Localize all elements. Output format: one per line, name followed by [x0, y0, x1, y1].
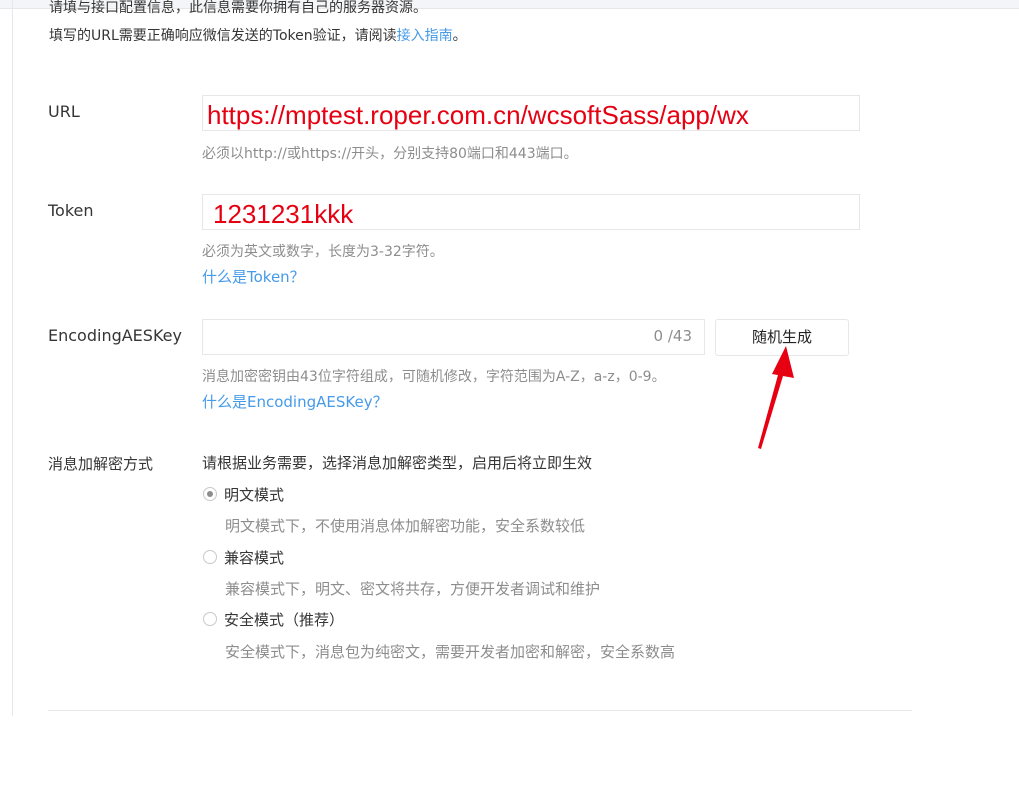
aes-key-input[interactable]: 0 /43	[202, 319, 705, 355]
token-input-value: 1231231kkk	[213, 199, 354, 229]
what-is-token-link[interactable]: 什么是Token？	[202, 266, 305, 287]
radio-compatible-label: 兼容模式	[224, 548, 285, 567]
radio-compatible-desc: 兼容模式下，明文、密文将共存，方便开发者调试和维护	[225, 580, 601, 598]
intro-line-2-suffix: 。	[452, 28, 467, 44]
annotation-arrow-icon	[758, 346, 794, 449]
what-is-aes-key-link[interactable]: 什么是EncodingAESKey？	[202, 391, 388, 412]
radio-secure-desc: 安全模式下，消息包为纯密文，需要开发者加密和解密，安全系数高	[225, 643, 676, 661]
panel-left-border	[12, 0, 13, 716]
intro-line-1: 请填与接口配置信息，此信息需要你拥有自己的服务器资源。	[49, 0, 427, 16]
encryption-mode-label: 消息加解密方式	[48, 455, 154, 473]
radio-plaintext-mode[interactable]: 明文模式	[203, 484, 284, 504]
encryption-mode-description: 请根据业务需要，选择消息加解密类型，启用后将立即生效	[202, 454, 593, 472]
bottom-divider	[48, 710, 912, 711]
url-input[interactable]: https://mptest.roper.com.cn/wcsoftSass/a…	[202, 95, 860, 131]
radio-compatible-mode[interactable]: 兼容模式	[203, 547, 284, 567]
intro-line-2: 填写的URL需要正确响应微信发送的Token验证，请阅读接入指南。	[49, 25, 467, 45]
aes-key-counter: 0 /43	[653, 327, 692, 345]
radio-unchecked-icon[interactable]	[203, 550, 217, 564]
url-label: URL	[48, 102, 80, 121]
token-label: Token	[48, 201, 94, 220]
intro-line-2-text: 填写的URL需要正确响应微信发送的Token验证，请阅读	[49, 28, 397, 44]
token-hint: 必须为英文或数字，长度为3-32字符。	[202, 244, 444, 260]
config-panel: 请填与接口配置信息，此信息需要你拥有自己的服务器资源。 填写的URL需要正确响应…	[0, 0, 1019, 785]
token-input[interactable]: 1231231kkk	[202, 194, 860, 230]
url-input-value: https://mptest.roper.com.cn/wcsoftSass/a…	[207, 100, 749, 130]
radio-secure-label: 安全模式（推荐）	[224, 610, 345, 629]
aes-key-hint: 消息加密密钥由43位字符组成，可随机修改，字符范围为A-Z，a-z，0-9。	[202, 369, 666, 385]
radio-plaintext-desc: 明文模式下，不使用消息体加解密功能，安全系数较低	[225, 517, 586, 535]
radio-secure-mode[interactable]: 安全模式（推荐）	[203, 609, 344, 629]
access-guide-link[interactable]: 接入指南	[397, 28, 453, 44]
radio-unchecked-icon[interactable]	[203, 612, 217, 626]
url-hint: 必须以http://或https://开头，分别支持80端口和443端口。	[202, 146, 578, 162]
radio-checked-icon[interactable]	[203, 487, 217, 501]
aes-key-label: EncodingAESKey	[48, 326, 182, 345]
radio-plaintext-label: 明文模式	[224, 485, 285, 504]
